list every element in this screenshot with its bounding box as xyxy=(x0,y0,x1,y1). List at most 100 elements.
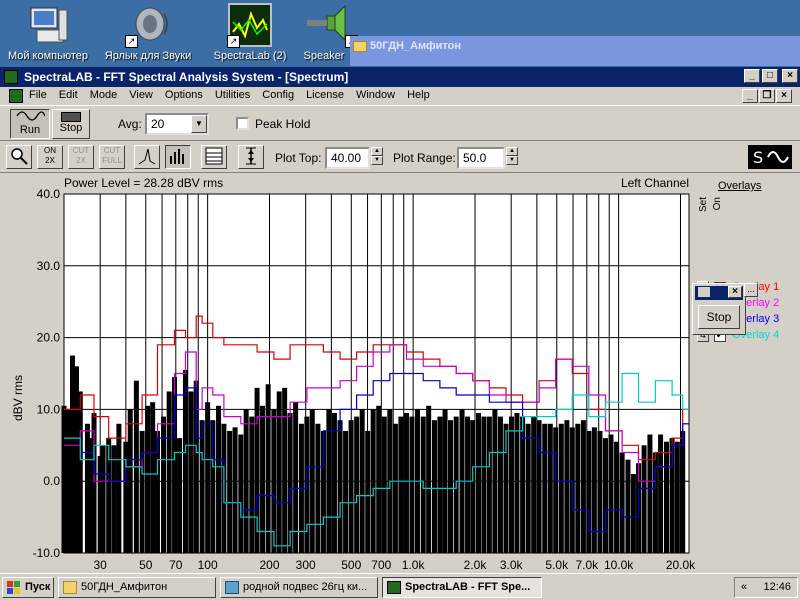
mini-window-titlebar[interactable]: × xyxy=(695,286,743,300)
stop-icon xyxy=(61,112,81,122)
menu-bar: File Edit Mode View Options Utilities Co… xyxy=(0,87,800,105)
app-icon xyxy=(4,70,18,84)
mini-close-button[interactable]: × xyxy=(728,286,742,298)
task-image[interactable]: родной подвес 26гц ки... xyxy=(220,577,378,598)
background-window[interactable]: 50ГДН_Амфитон xyxy=(350,36,800,66)
image-icon xyxy=(225,581,239,594)
spin-up-icon[interactable]: ▲ xyxy=(371,147,383,156)
desktop: Мой компьютер ↗ Ярлык для Звуки ↗ Spectr… xyxy=(0,0,800,66)
spectrum-plot[interactable]: Power Level = 28.28 dBV rms Left Channel… xyxy=(0,173,800,573)
spectrum-bar xyxy=(392,423,398,553)
x-tick-label: 20.0k xyxy=(666,558,696,572)
spectrum-bar xyxy=(315,423,321,553)
menu-file[interactable]: File xyxy=(29,89,54,101)
spectrum-bar xyxy=(641,445,647,553)
doc-close-button[interactable]: × xyxy=(776,89,792,103)
desktop-icon-my-computer[interactable]: Мой компьютер xyxy=(2,0,94,62)
vertical-scale-button[interactable] xyxy=(238,145,264,169)
spectrum-bar xyxy=(123,441,129,553)
spectrum-bar xyxy=(139,430,145,553)
task-folder[interactable]: 50ГДН_Амфитон xyxy=(58,577,216,598)
spin-up-icon[interactable]: ▲ xyxy=(506,147,518,156)
computer-icon xyxy=(25,2,71,48)
bar-graph-button[interactable] xyxy=(165,145,191,169)
chevron-left-icon[interactable]: « xyxy=(741,578,747,597)
document-icon[interactable] xyxy=(9,89,23,103)
run-button[interactable]: Run xyxy=(10,109,50,139)
menu-options[interactable]: Options xyxy=(165,89,210,101)
spectrum-bar xyxy=(331,412,337,553)
spectrum-bar xyxy=(437,416,443,553)
spectrum-bar xyxy=(508,416,514,553)
spectrum-bar xyxy=(337,420,343,553)
spectrum-bar xyxy=(293,402,299,553)
bar-graph-icon xyxy=(170,149,184,164)
spectrum-bar xyxy=(465,416,471,553)
toolbar-graph: ON 2X CUT 2X CUT FULL Plot Top: 40.00 ▲ ▼ Pl… xyxy=(0,141,800,173)
start-button[interactable]: Пуск xyxy=(2,577,54,598)
spectrum-bar xyxy=(614,441,620,553)
menu-config[interactable]: Config xyxy=(262,89,301,101)
shortcut-arrow-icon: ↗ xyxy=(227,35,240,48)
menu-edit[interactable]: Edit xyxy=(59,89,85,101)
spectrum-bar xyxy=(188,391,194,553)
doc-minimize-button[interactable]: _ xyxy=(742,89,758,103)
spectrum-bar xyxy=(602,438,608,553)
plot-top-input[interactable]: 40.00 xyxy=(325,147,370,169)
menu-window[interactable]: Window xyxy=(356,89,402,101)
menu-help[interactable]: Help xyxy=(407,89,437,101)
chevron-down-icon[interactable]: ▼ xyxy=(191,115,207,133)
zoom-button[interactable] xyxy=(6,145,32,169)
spectrum-bar xyxy=(199,420,205,553)
cut-2x-button[interactable]: CUT 2X xyxy=(68,145,94,169)
task-spectralab[interactable]: SpectraLAB - FFT Spe... xyxy=(382,577,542,598)
cut-full-button[interactable]: CUT FULL xyxy=(99,145,125,169)
menu-license[interactable]: License xyxy=(306,89,351,101)
title-bar[interactable]: SpectraLAB - FFT Spectral Analysis Syste… xyxy=(0,67,800,87)
minimize-button[interactable]: _ xyxy=(744,69,760,83)
spectrum-logo-icon: S xyxy=(748,145,792,169)
spectrum-bar xyxy=(575,423,581,553)
cut-2x-icon: CUT 2X xyxy=(72,146,90,165)
x-tick-label: 50 xyxy=(139,558,153,572)
plot-top-spinner[interactable]: ▲ ▼ xyxy=(371,147,383,165)
mini-stop-button[interactable]: Stop xyxy=(698,305,740,329)
spectrum-bar xyxy=(182,369,188,553)
task-label: родной подвес 26гц ки... xyxy=(243,581,368,593)
spin-down-icon[interactable]: ▼ xyxy=(506,156,518,165)
spectrum-bar xyxy=(359,409,365,553)
y-tick-label: 40.0 xyxy=(37,187,61,201)
data-table-button[interactable] xyxy=(201,145,227,169)
on-2x-icon: ON 2X xyxy=(44,146,56,165)
desktop-icon-sounds[interactable]: ↗ Ярлык для Звуки xyxy=(102,0,194,62)
menu-utilities[interactable]: Utilities xyxy=(215,89,257,101)
on-2x-button[interactable]: ON 2X xyxy=(37,145,63,169)
spectrum-bar xyxy=(77,391,83,553)
spectrum-bar xyxy=(442,409,448,553)
spectrum-bar xyxy=(486,416,492,553)
line-graph-button[interactable] xyxy=(134,145,160,169)
plot-range-input[interactable]: 50.0 xyxy=(457,147,505,169)
plot-range-spinner[interactable]: ▲ ▼ xyxy=(506,147,518,165)
doc-restore-button[interactable]: ❐ xyxy=(759,89,775,103)
more-button[interactable]: ... xyxy=(744,283,758,297)
peak-hold-checkbox[interactable] xyxy=(236,117,249,130)
spectralab-window: SpectraLAB - FFT Spectral Analysis Syste… xyxy=(0,67,800,573)
x-tick-label: 700 xyxy=(371,558,391,572)
menu-mode[interactable]: Mode xyxy=(90,89,125,101)
power-level-text: Power Level = 28.28 dBV rms xyxy=(64,176,223,190)
maximize-button[interactable]: □ xyxy=(762,69,778,83)
spectrum-bar xyxy=(497,416,503,553)
spectrum-bar xyxy=(381,416,387,553)
spin-down-icon[interactable]: ▼ xyxy=(371,156,383,165)
desktop-icon-label: Ярлык для Звуки xyxy=(104,50,192,62)
avg-select[interactable]: 20 ▼ xyxy=(145,113,209,135)
spectrum-bar xyxy=(674,441,680,553)
menu-view[interactable]: View xyxy=(129,89,160,101)
close-button[interactable]: × xyxy=(782,69,798,83)
stop-button[interactable]: Stop xyxy=(52,109,90,139)
spectrum-bar xyxy=(426,405,432,553)
spectrum-bar xyxy=(492,409,498,553)
spectrum-bar xyxy=(531,416,537,553)
spectrum-bar xyxy=(145,405,151,553)
